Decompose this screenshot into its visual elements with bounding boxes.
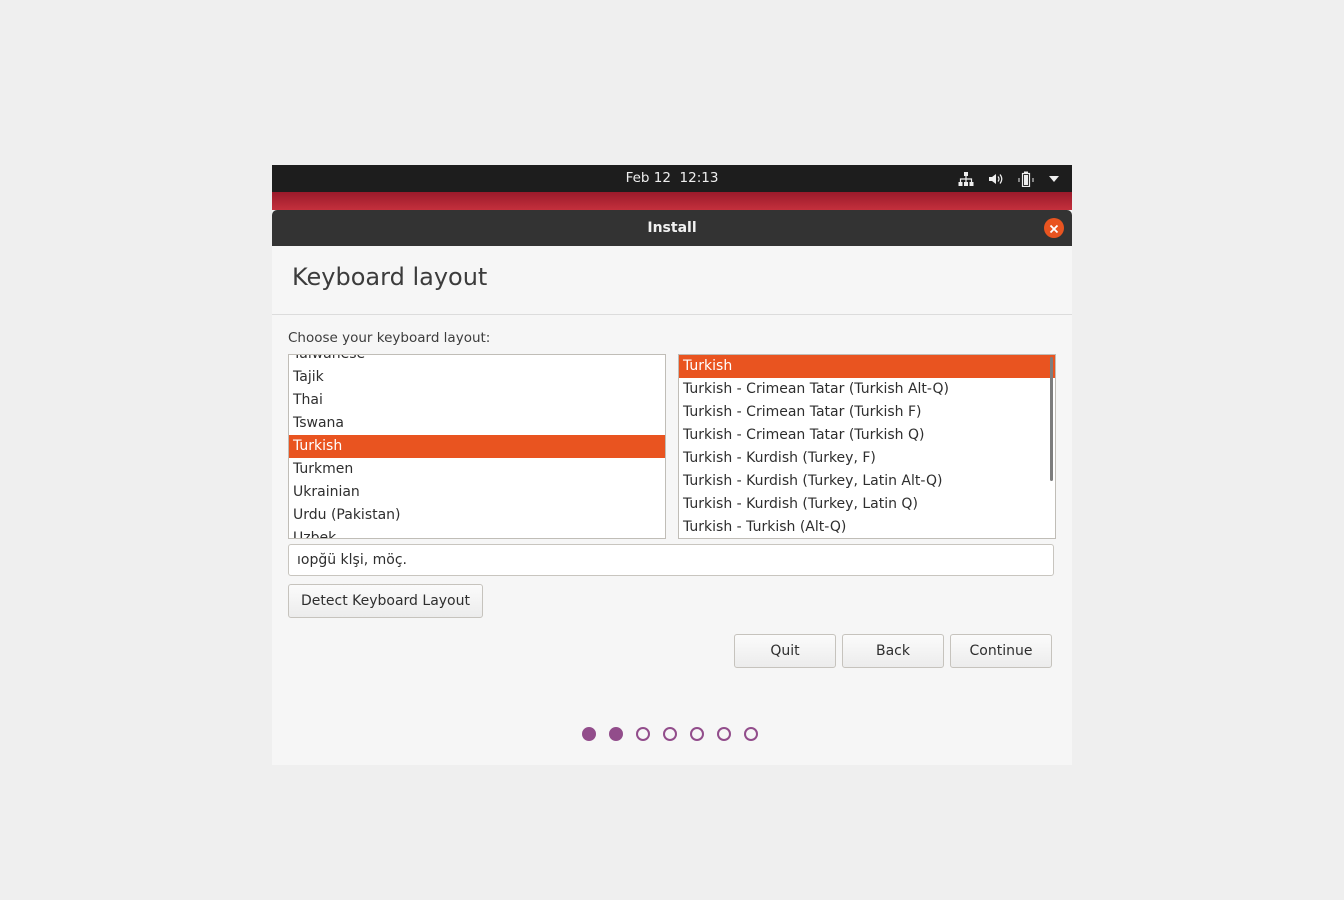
variant-list-item[interactable]: Turkish - Crimean Tatar (Turkish Q) [679,424,1055,447]
back-button[interactable]: Back [842,634,944,668]
layout-list-item[interactable]: Ukrainian [289,481,665,504]
variant-list-item[interactable]: Turkish - Kurdish (Turkey, Latin Q) [679,493,1055,516]
progress-dot [609,727,623,741]
progress-indicator [582,727,758,741]
layout-list-item[interactable]: Turkish [289,435,665,458]
layout-list-item[interactable]: Tswana [289,412,665,435]
close-button[interactable] [1044,218,1064,238]
variant-list-item[interactable]: Turkish [679,355,1055,378]
layout-list-item[interactable]: Urdu (Pakistan) [289,504,665,527]
page-title: Keyboard layout [292,263,488,291]
page-header: Keyboard layout [272,246,1072,315]
layout-list-item[interactable]: Thai [289,389,665,412]
layout-list-item[interactable]: Uzbek [289,527,665,538]
layout-prompt: Choose your keyboard layout: [288,330,491,346]
layout-list[interactable]: Taiwanese Tajik Thai Tswana Turkish Turkmen Uk… [288,354,666,539]
variant-list-scrollbar[interactable] [1050,357,1053,481]
progress-dot [663,727,677,741]
top-panel: Feb 12 12:13 [272,165,1072,192]
close-icon [1049,219,1059,238]
variant-list-item[interactable]: Turkish - Turkish (Alt-Q) [679,516,1055,538]
continue-button[interactable]: Continue [950,634,1052,668]
progress-dot [717,727,731,741]
volume-icon[interactable] [988,172,1004,186]
desktop-wallpaper [272,192,1072,210]
clock[interactable]: Feb 12 12:13 [272,165,1072,192]
variant-list[interactable]: Turkish Turkish - Crimean Tatar (Turkish … [678,354,1056,539]
menu-arrow-icon[interactable] [1048,175,1060,183]
progress-dot [690,727,704,741]
network-icon[interactable] [958,171,974,186]
variant-list-item[interactable]: Turkish - Crimean Tatar (Turkish Alt-Q) [679,378,1055,401]
layout-list-item[interactable]: Turkmen [289,458,665,481]
variant-list-item[interactable]: Turkish - Crimean Tatar (Turkish F) [679,401,1055,424]
system-tray[interactable] [958,165,1060,192]
installer-screen: Feb 12 12:13 Install Keyboard layout Cho… [272,165,1072,765]
progress-dot [636,727,650,741]
variant-list-item[interactable]: Turkish - Kurdish (Turkey, Latin Alt-Q) [679,470,1055,493]
layout-list-item[interactable]: Taiwanese [289,355,665,366]
progress-dot [582,727,596,741]
quit-button[interactable]: Quit [734,634,836,668]
variant-list-item[interactable]: Turkish - Kurdish (Turkey, F) [679,447,1055,470]
window-titlebar[interactable]: Install [272,210,1072,246]
layout-list-item[interactable]: Tajik [289,366,665,389]
window-title: Install [647,220,697,236]
battery-icon[interactable] [1018,171,1034,187]
keyboard-test-input[interactable] [288,544,1054,576]
detect-keyboard-layout-button[interactable]: Detect Keyboard Layout [288,584,483,618]
progress-dot [744,727,758,741]
